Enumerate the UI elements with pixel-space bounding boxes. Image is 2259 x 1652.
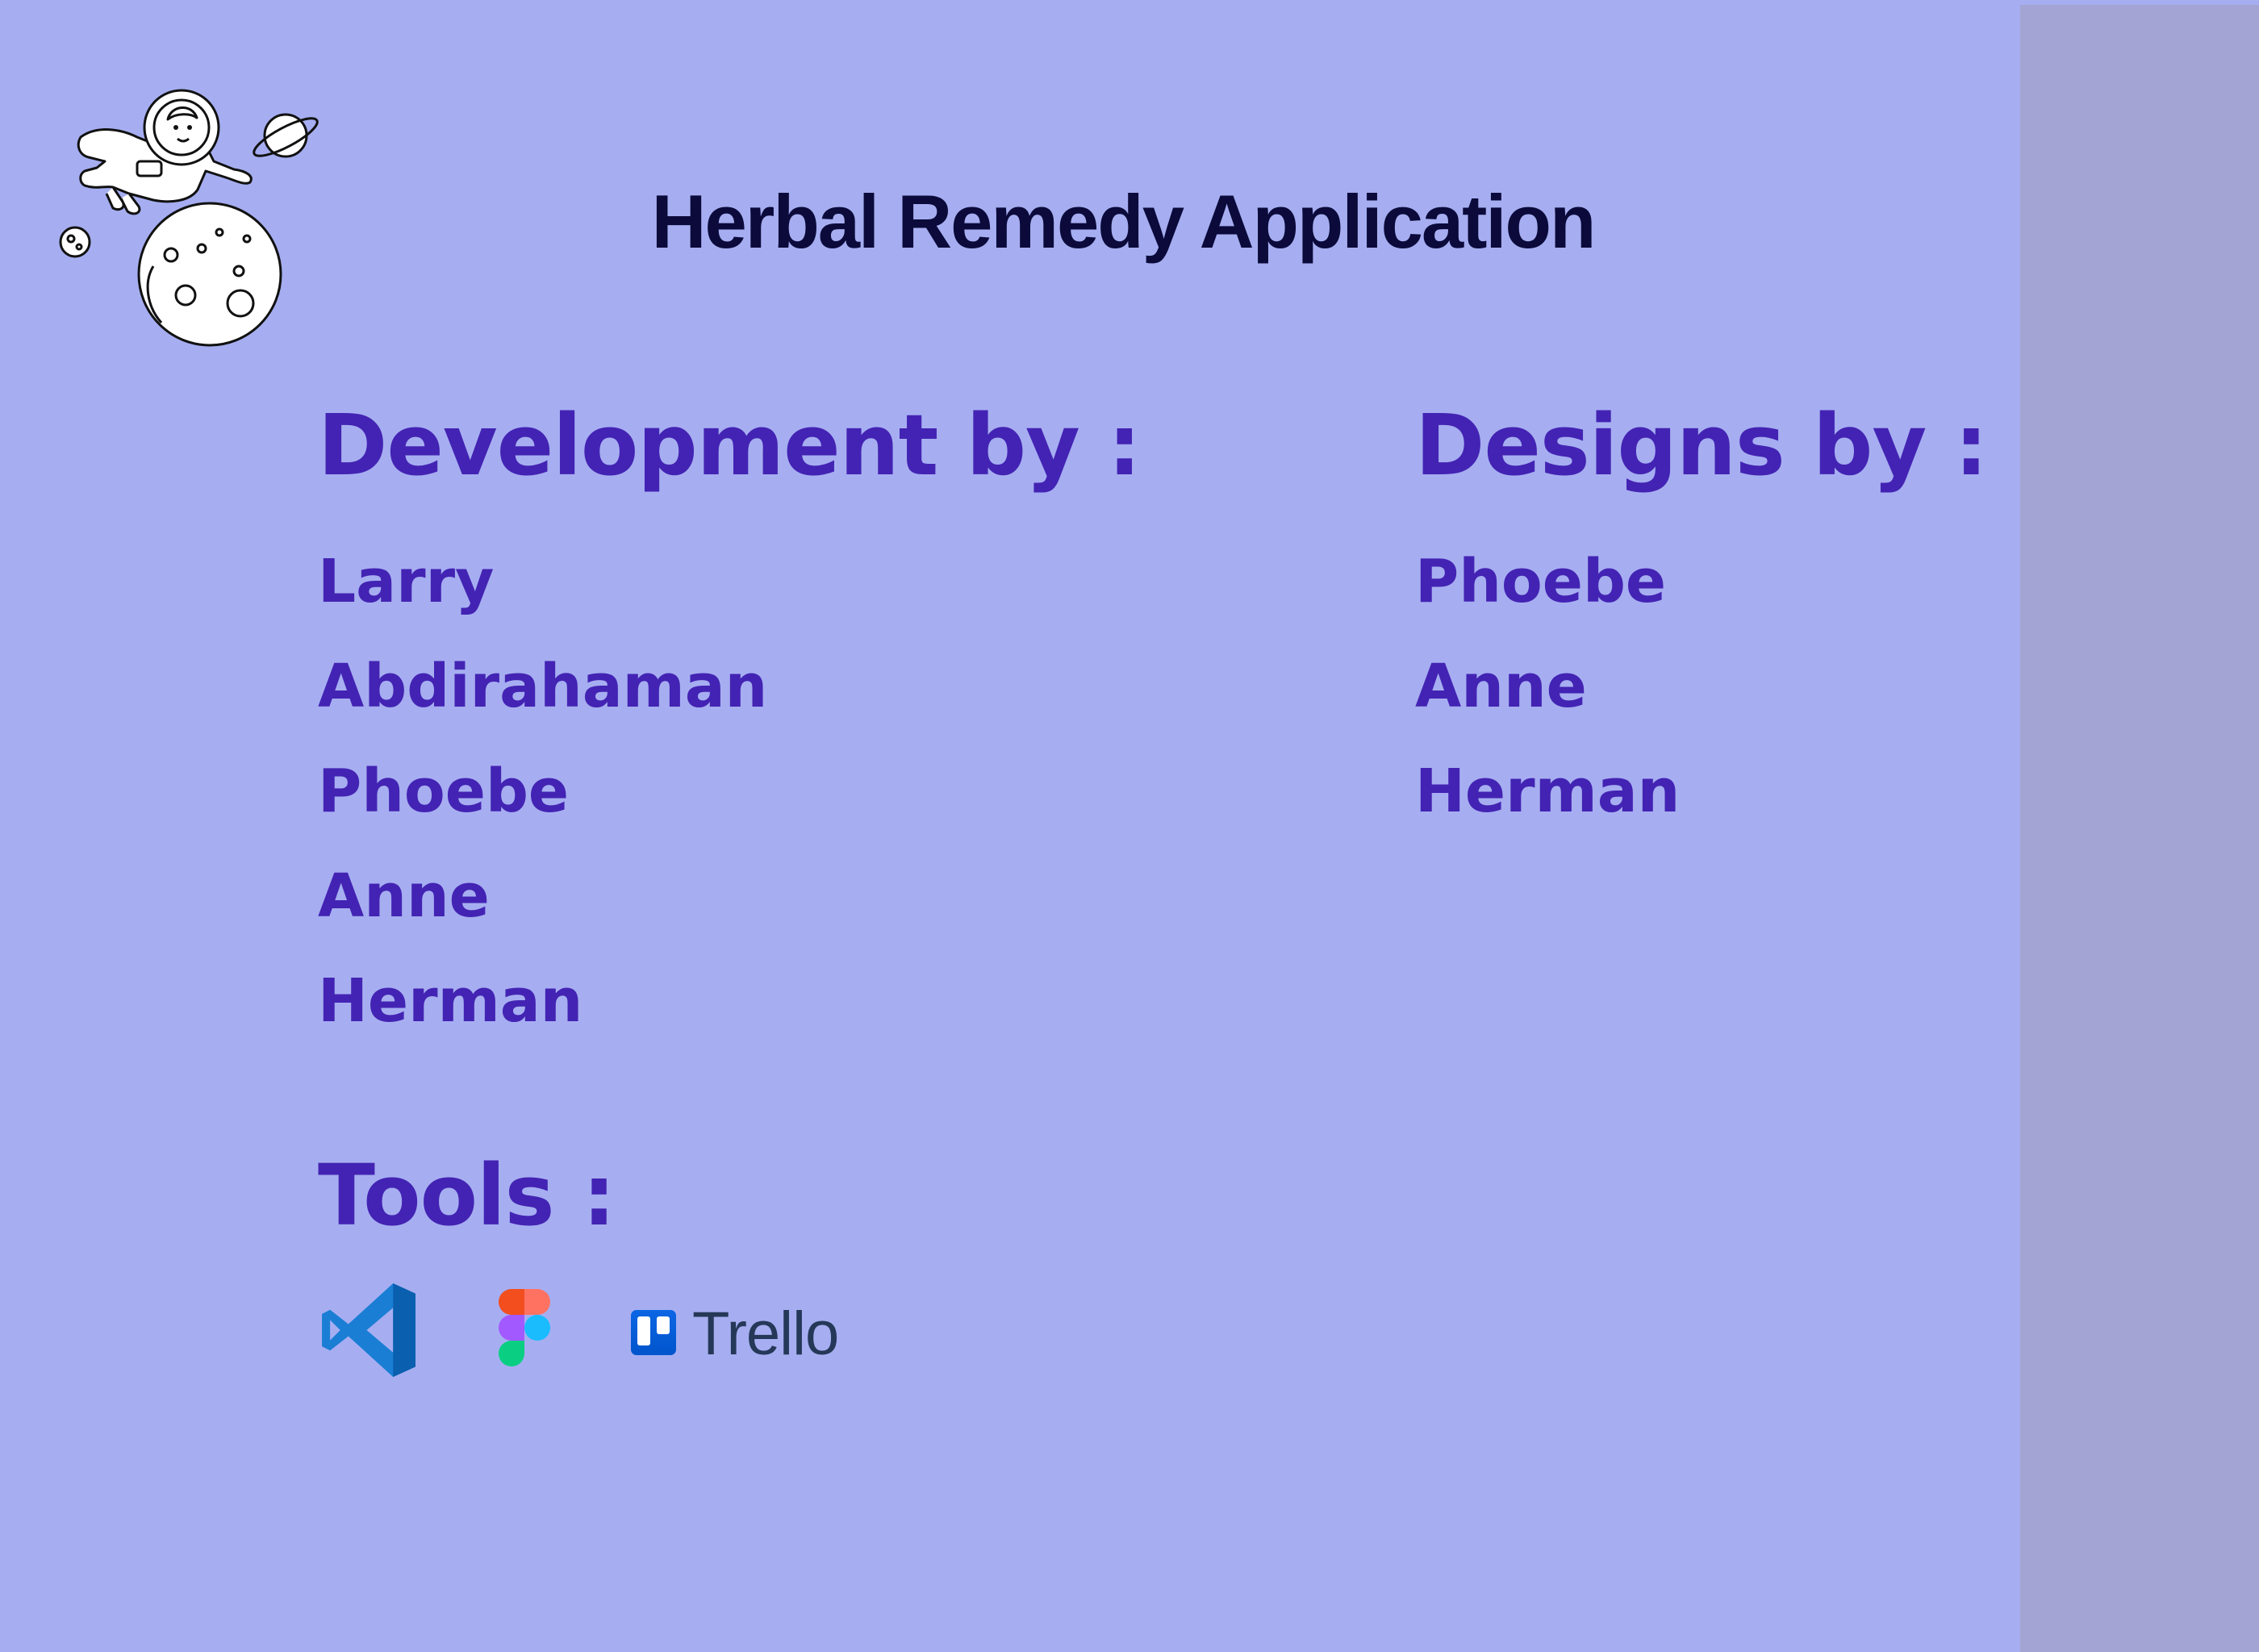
development-list: Larry Abdirahaman Phoebe Anne Herman	[318, 529, 1141, 1053]
trello-logo: Trello	[631, 1302, 873, 1366]
list-item: Herman	[318, 966, 583, 1036]
vscode-icon	[322, 1283, 415, 1377]
development-section: Development by : Larry Abdirahaman Phoeb…	[318, 396, 1142, 1053]
list-item: Phoebe	[318, 757, 570, 826]
designs-heading: Designs by :	[1415, 396, 1988, 494]
tools-icons-row: Trello	[318, 1278, 963, 1383]
list-item: Abdirahaman	[318, 652, 768, 721]
trello-label: Trello	[692, 1299, 839, 1368]
list-item: Herman	[1415, 757, 1681, 826]
credits-page: Herbal Remedy Application Development by…	[0, 0, 2259, 1652]
planet-icon	[253, 113, 319, 158]
page-title: Herbal Remedy Application	[651, 179, 1597, 264]
designs-list: Phoebe Anne Herman	[1415, 529, 1987, 844]
designs-section: Designs by : Phoebe Anne Herman	[1415, 396, 1988, 844]
list-item: Phoebe	[1415, 547, 1667, 616]
tools-section: Tools :	[318, 1146, 616, 1245]
figma-icon	[499, 1289, 550, 1366]
list-item: Anne	[1415, 652, 1587, 721]
trello-icon	[631, 1310, 676, 1355]
tools-heading: Tools :	[318, 1146, 616, 1245]
list-item: Larry	[318, 547, 495, 616]
development-heading: Development by :	[318, 396, 1142, 494]
list-item: Anne	[318, 861, 490, 931]
